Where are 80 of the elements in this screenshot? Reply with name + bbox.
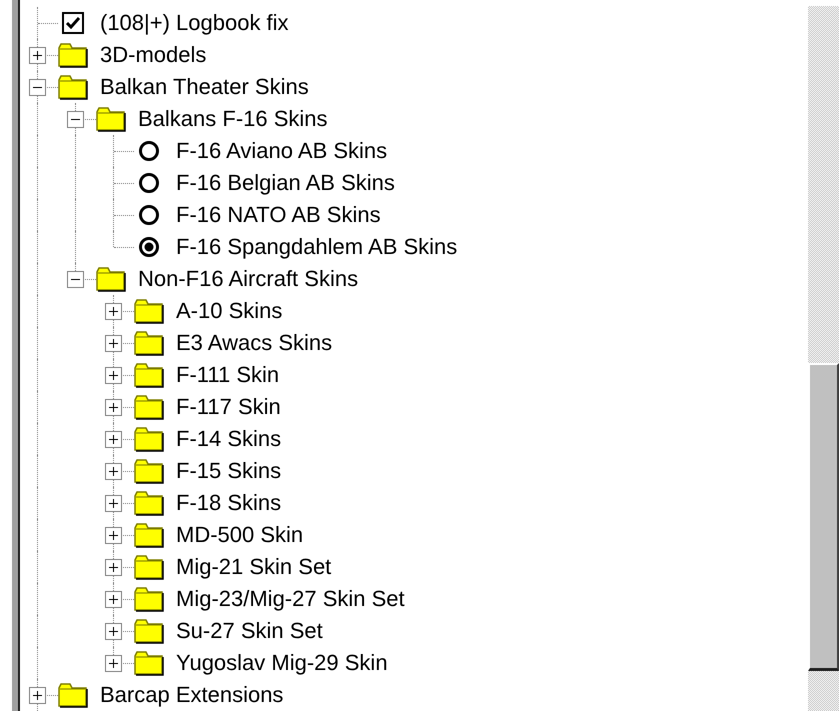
tree-item-label[interactable]: F-16 Spangdahlem AB Skins (176, 231, 458, 263)
radio-button[interactable] (138, 236, 160, 258)
check-icon (66, 17, 80, 29)
tree-item-label[interactable]: A-10 Skins (176, 295, 282, 327)
plus-icon (109, 467, 118, 476)
plus-icon (109, 435, 118, 444)
tree-item-label[interactable]: F-16 Aviano AB Skins (176, 135, 388, 167)
expand-button[interactable] (105, 463, 122, 480)
expand-button[interactable] (105, 495, 122, 512)
plus-icon (33, 691, 42, 700)
expand-button[interactable] (105, 303, 122, 320)
collapse-button[interactable] (67, 111, 84, 128)
tree-item-label[interactable]: F-16 NATO AB Skins (176, 199, 381, 231)
plus-icon (109, 595, 118, 604)
radio-button[interactable] (138, 140, 160, 162)
plus-icon (109, 307, 118, 316)
folder-icon (58, 74, 88, 100)
plus-icon (109, 403, 118, 412)
expand-button[interactable] (105, 335, 122, 352)
tree-item-label[interactable]: F-15 Skins (176, 455, 282, 487)
plus-icon (33, 51, 42, 60)
checkbox[interactable] (62, 12, 84, 34)
tree-item-label[interactable]: (108|+) Logbook fix (100, 7, 289, 39)
minus-icon (71, 119, 80, 120)
tree-item-label[interactable]: F-117 Skin (176, 391, 281, 423)
tree-item-label[interactable]: F-16 Belgian AB Skins (176, 167, 395, 199)
expand-button[interactable] (105, 527, 122, 544)
folder-icon (58, 42, 88, 68)
minus-icon (33, 87, 42, 88)
plus-icon (109, 371, 118, 380)
plus-icon (109, 531, 118, 540)
minus-icon (71, 279, 80, 280)
plus-icon (109, 499, 118, 508)
folder-icon (134, 586, 164, 612)
expand-button[interactable] (105, 559, 122, 576)
folder-icon (134, 490, 164, 516)
tree-item-label[interactable]: Balkans F-16 Skins (138, 103, 328, 135)
folder-icon (134, 522, 164, 548)
tree-item-label[interactable]: Barcap Extensions (100, 679, 284, 711)
expand-button[interactable] (105, 367, 122, 384)
tree-item-label[interactable]: F-14 Skins (176, 423, 282, 455)
folder-icon (134, 362, 164, 388)
expand-button[interactable] (105, 431, 122, 448)
plus-icon (109, 659, 118, 668)
collapse-button[interactable] (29, 79, 46, 96)
tree-item-label[interactable]: E3 Awacs Skins (176, 327, 332, 359)
expand-button[interactable] (29, 47, 46, 64)
tree-item-label[interactable]: Yugoslav Mig-29 Skin (176, 647, 388, 679)
tree-item-label[interactable]: Su-27 Skin Set (176, 615, 323, 647)
expand-button[interactable] (105, 623, 122, 640)
expand-button[interactable] (105, 655, 122, 672)
plus-icon (109, 627, 118, 636)
tree-item-label[interactable]: Mig-23/Mig-27 Skin Set (176, 583, 405, 615)
expand-button[interactable] (29, 687, 46, 704)
tree-item-label[interactable]: F-111 Skin (176, 359, 280, 391)
folder-icon (134, 458, 164, 484)
tree-item-label[interactable]: F-18 Skins (176, 487, 282, 519)
folder-icon (134, 298, 164, 324)
folder-icon (134, 618, 164, 644)
tree-item-label[interactable]: MD-500 Skin (176, 519, 304, 551)
collapse-button[interactable] (67, 271, 84, 288)
folder-icon (96, 106, 126, 132)
tree-item-label[interactable]: Mig-21 Skin Set (176, 551, 332, 583)
folder-icon (134, 554, 164, 580)
folder-icon (134, 426, 164, 452)
folder-icon (134, 330, 164, 356)
folder-icon (134, 394, 164, 420)
scrollbar-thumb[interactable] (808, 363, 839, 671)
folder-icon (134, 650, 164, 676)
tree-item-label[interactable]: 3D-models (100, 39, 206, 71)
tree-item-label[interactable]: Balkan Theater Skins (100, 71, 309, 103)
radio-button[interactable] (138, 204, 160, 226)
tree-item-label[interactable]: Non-F16 Aircraft Skins (138, 263, 358, 295)
expand-button[interactable] (105, 399, 122, 416)
folder-icon (58, 682, 88, 708)
expand-button[interactable] (105, 591, 122, 608)
plus-icon (109, 563, 118, 572)
plus-icon (109, 339, 118, 348)
folder-icon (96, 266, 126, 292)
radio-button[interactable] (138, 172, 160, 194)
